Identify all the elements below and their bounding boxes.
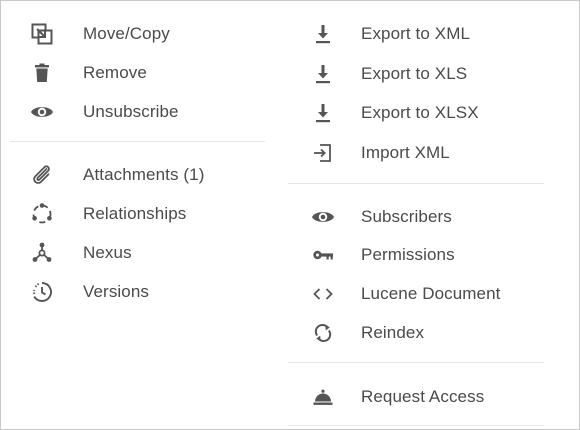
menu-item-label: Export to XLSX <box>361 103 479 122</box>
menu-item-relationships[interactable]: Relationships <box>1 194 288 233</box>
download-icon <box>310 22 336 46</box>
menu-item-reindex[interactable]: Reindex <box>288 313 579 352</box>
nexus-icon <box>29 241 55 265</box>
menu-item-versions[interactable]: Versions <box>1 272 288 311</box>
move-copy-icon <box>29 22 55 46</box>
menu-divider <box>288 183 544 184</box>
menu-item-label: Move/Copy <box>83 24 170 43</box>
menu-item-export-xml[interactable]: Export to XML <box>288 14 579 53</box>
menu-item-label: Request Access <box>361 387 485 406</box>
history-icon <box>29 280 55 304</box>
eye-icon <box>29 100 55 124</box>
bell-icon <box>310 385 336 409</box>
menu-divider <box>288 425 544 426</box>
menu-item-label: Permissions <box>361 245 455 264</box>
menu-item-label: Subscribers <box>361 207 452 226</box>
menu-item-label: Remove <box>83 63 147 82</box>
menu-item-label: Import XML <box>361 143 450 162</box>
menu-item-label: Reindex <box>361 323 425 342</box>
menu-item-subscribers[interactable]: Subscribers <box>288 197 579 236</box>
menu-item-export-xlsx[interactable]: Export to XLSX <box>288 93 579 132</box>
actions-menu: Move/Copy Remove Unsubscribe Attachments… <box>0 0 580 430</box>
menu-item-label: Export to XLS <box>361 64 468 83</box>
menu-divider <box>288 362 544 363</box>
menu-item-unsubscribe[interactable]: Unsubscribe <box>1 92 288 131</box>
eye-icon <box>310 205 336 229</box>
menu-item-remove[interactable]: Remove <box>1 53 288 92</box>
menu-item-attachments[interactable]: Attachments (1) <box>1 155 288 194</box>
menu-item-import-xml[interactable]: Import XML <box>288 133 579 172</box>
download-icon <box>310 101 336 125</box>
code-icon <box>310 282 336 306</box>
menu-divider <box>10 141 265 142</box>
key-icon <box>310 243 336 267</box>
menu-item-lucene-document[interactable]: Lucene Document <box>288 274 579 313</box>
menu-item-label: Relationships <box>83 204 187 223</box>
sync-icon <box>310 321 336 345</box>
menu-item-nexus[interactable]: Nexus <box>1 233 288 272</box>
menu-item-label: Nexus <box>83 243 132 262</box>
menu-item-label: Attachments (1) <box>83 165 205 184</box>
paperclip-icon <box>29 163 55 187</box>
menu-item-label: Export to XML <box>361 24 471 43</box>
import-icon <box>310 141 336 165</box>
relationships-icon <box>29 202 55 226</box>
menu-item-label: Lucene Document <box>361 284 501 303</box>
menu-item-request-access[interactable]: Request Access <box>288 377 579 416</box>
menu-item-export-xls[interactable]: Export to XLS <box>288 54 579 93</box>
download-icon <box>310 62 336 86</box>
menu-item-label: Versions <box>83 282 150 301</box>
menu-item-move-copy[interactable]: Move/Copy <box>1 14 288 53</box>
trash-icon <box>29 61 55 85</box>
menu-item-label: Unsubscribe <box>83 102 179 121</box>
menu-item-permissions[interactable]: Permissions <box>288 235 579 274</box>
